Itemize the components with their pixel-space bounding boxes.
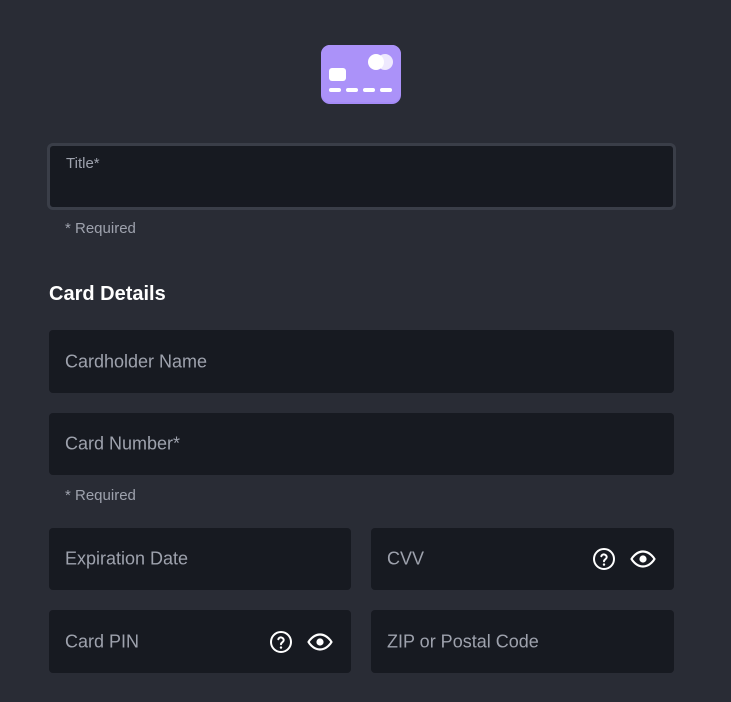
card-pin-field[interactable]: Card PIN — [49, 610, 351, 673]
card-number-field[interactable]: Card Number* — [49, 413, 674, 475]
expiration-date-field[interactable]: Expiration Date — [49, 528, 351, 590]
title-input[interactable] — [64, 175, 659, 201]
title-field-label: Title* — [66, 155, 100, 172]
cardholder-name-field[interactable]: Cardholder Name — [49, 330, 674, 393]
credit-card-icon — [321, 45, 401, 104]
card-pin-label: Card PIN — [65, 631, 140, 651]
cvv-reveal-eye-icon[interactable] — [630, 546, 656, 572]
zip-postal-code-label: ZIP or Postal Code — [387, 631, 539, 651]
card-number-label: Card Number* — [65, 433, 181, 454]
card-details-heading: Card Details — [49, 283, 166, 305]
card-number-required-helper: * Required — [65, 487, 136, 504]
card-pin-reveal-eye-icon[interactable] — [307, 629, 333, 655]
expiration-date-label: Expiration Date — [65, 548, 189, 569]
zip-postal-code-field[interactable]: ZIP or Postal Code — [371, 610, 674, 673]
title-required-helper: * Required — [65, 220, 136, 237]
card-pin-help-icon[interactable] — [268, 629, 294, 655]
cvv-help-icon[interactable] — [591, 546, 617, 572]
title-field[interactable]: Title* — [47, 143, 676, 210]
cvv-field[interactable]: CVV — [371, 528, 674, 590]
cvv-label: CVV — [387, 548, 425, 569]
cardholder-name-label: Cardholder Name — [65, 351, 208, 371]
